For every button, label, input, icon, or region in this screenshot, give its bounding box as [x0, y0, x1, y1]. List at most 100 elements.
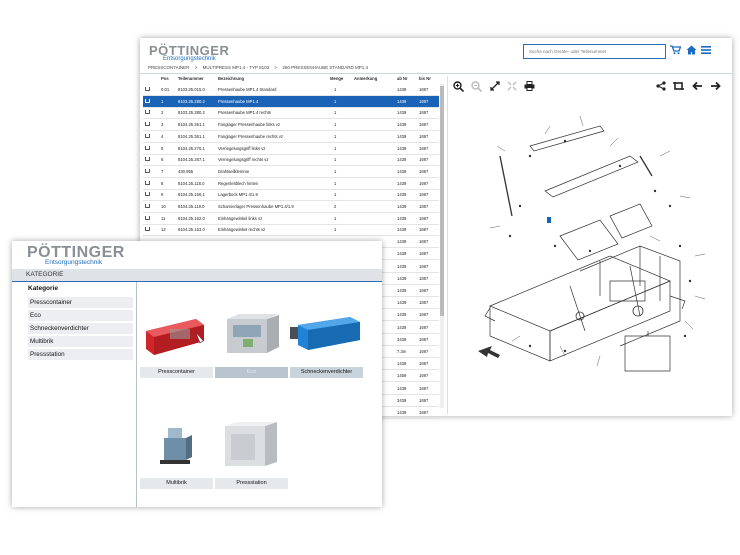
row-to: 1697 — [419, 324, 429, 330]
table-scrollbar[interactable] — [440, 84, 444, 408]
category-card-pressstation[interactable]: Pressstation — [215, 414, 288, 492]
row-part-number: 8104.25.153.0 — [178, 227, 205, 233]
arrow-right-icon[interactable] — [710, 81, 721, 93]
table-row[interactable]: 7 430.955 Drahtseilklemme 1 1439 1697 — [143, 166, 439, 178]
add-to-cart-icon[interactable] — [145, 204, 150, 208]
row-to: 1697 — [419, 145, 429, 151]
category-card-presscontainer[interactable]: Presscontainer — [140, 303, 213, 381]
col-pos[interactable]: Pos — [161, 76, 169, 81]
row-from: 1439 — [397, 87, 407, 92]
fit-icon[interactable] — [507, 81, 517, 93]
share-icon[interactable] — [656, 81, 666, 93]
row-quantity: 1 — [334, 157, 337, 163]
row-part-number: 8104.25.152.0 — [178, 215, 205, 221]
table-row[interactable]: 0.01 8103.25.015.0 Pressenhaube MP1.4 Stan… — [143, 84, 439, 96]
row-to: 1697 — [419, 157, 429, 163]
home-icon[interactable] — [686, 45, 697, 58]
row-part-number: 8104.25.118.0 — [178, 180, 205, 186]
col-to[interactable]: bis Nr — [419, 76, 431, 81]
add-to-cart-icon[interactable] — [145, 227, 150, 232]
breadcrumb-item-multipress[interactable]: MULTIPRESS MP1.4 - TYP 8103 — [203, 65, 270, 70]
pottinger-logo[interactable]: PÖTTINGER Entsorgungstechnik — [27, 244, 125, 266]
sidebar-item-schneckenverdichter[interactable]: Schneckenverdichter — [28, 323, 133, 334]
breadcrumb: PRESSCONTAINER > MULTIPRESS MP1.4 - TYP … — [140, 63, 732, 74]
pottinger-logo[interactable]: PÖTTINGER Entsorgungstechnik — [149, 43, 229, 62]
col-from[interactable]: ab Nr — [397, 76, 408, 81]
col-part-number[interactable]: Teilenummer — [178, 76, 204, 81]
exploded-parts-drawing[interactable] — [470, 96, 720, 386]
breadcrumb-separator: > — [274, 65, 278, 70]
panel-divider[interactable] — [447, 76, 448, 414]
row-pos: 2 — [161, 110, 164, 116]
arrow-left-icon[interactable] — [692, 81, 703, 93]
fullscreen-icon[interactable] — [490, 81, 500, 93]
table-row[interactable]: 5 8104.25.270.1 Verriegelungsgriff links v… — [143, 143, 439, 155]
sync-icon[interactable] — [673, 81, 684, 93]
row-to: 1697 — [419, 215, 429, 221]
add-to-cart-icon[interactable] — [145, 192, 150, 197]
col-description[interactable]: Bezeichnung — [218, 76, 244, 81]
add-to-cart-icon[interactable] — [145, 180, 150, 185]
scrollbar-thumb[interactable] — [440, 86, 444, 316]
row-pos: 11 — [161, 215, 166, 221]
table-row[interactable]: 8 8104.25.118.0 Regenleitblech hinten 1 1439… — [143, 178, 439, 190]
search-input[interactable]: Suche nach Geräte- oder Teilenummer — [523, 44, 666, 59]
zoom-in-icon[interactable] — [453, 81, 465, 94]
col-note[interactable]: Anmerkung — [354, 76, 377, 81]
row-pos: 3 — [161, 122, 164, 128]
row-to: 1697 — [419, 300, 429, 306]
table-row[interactable]: 4 8104.25.361.1 Fanglager Pressenhaube rec… — [143, 131, 439, 143]
sidebar-item-eco[interactable]: Eco — [28, 310, 133, 321]
add-to-cart-icon[interactable] — [145, 145, 150, 150]
add-to-cart-icon[interactable] — [145, 157, 150, 162]
row-from: 1439 — [397, 324, 407, 330]
add-to-cart-icon[interactable] — [145, 87, 150, 91]
cart-icon[interactable] — [670, 45, 682, 58]
sidebar-item-multibrik[interactable]: Multibrik — [28, 336, 133, 347]
row-from: 7.3m — [397, 348, 407, 354]
row-from: 1439 — [397, 180, 407, 186]
add-to-cart-icon[interactable] — [145, 133, 150, 138]
add-to-cart-icon[interactable] — [145, 168, 150, 173]
add-to-cart-icon[interactable] — [145, 110, 150, 115]
row-to: 1697 — [419, 192, 429, 198]
row-pos: 9 — [161, 192, 164, 198]
table-row[interactable]: 10 8104.25.119.0 Scharnierlager Pressenhau… — [143, 201, 439, 213]
row-part-number: 8103.25.280.2 — [178, 98, 205, 104]
table-row[interactable]: 6 8104.25.267.1 Verriegelungsgriff rechts … — [143, 154, 439, 167]
row-description: Scharnierlager Pressenhaube MP1.4/1.9 — [218, 204, 294, 209]
add-to-cart-icon[interactable] — [145, 98, 150, 103]
row-description: Verriegelungsgriff links vz — [218, 145, 266, 151]
parts-table-header: Pos Teilenummer Bezeichnung Menge Anmerk… — [140, 76, 445, 84]
category-sidebar: Kategorie Presscontainer Eco Schneckenve… — [12, 282, 136, 507]
table-row[interactable]: 1 8103.25.280.2 Pressenhaube MP1.4 1 1439 169… — [143, 95, 439, 108]
row-from: 3439 — [397, 336, 407, 342]
sidebar-item-pressstation[interactable]: Pressstation — [28, 349, 133, 360]
row-from: 1459 — [397, 373, 407, 379]
row-part-number: 8104.25.119.0 — [178, 204, 205, 209]
row-to: 1697 — [419, 336, 429, 342]
table-row[interactable]: 9 8104.25.156.1 Lagerbock MP1.4/1.9 1 1439 16… — [143, 189, 439, 202]
add-to-cart-icon[interactable] — [145, 122, 150, 127]
table-row[interactable]: 11 8104.25.152.0 Einhängewinkel links vz 1 1… — [143, 213, 439, 225]
table-row[interactable]: 12 8104.25.153.0 Einhängewinkel rechts vz 1… — [143, 224, 439, 237]
table-row[interactable]: 3 8104.25.351.1 Fanglager Pressenhaube lin… — [143, 119, 439, 132]
row-from: 1439 — [397, 133, 407, 139]
category-card-schneckenverdichter[interactable]: Schneckenverdichter — [290, 303, 363, 381]
add-to-cart-icon[interactable] — [145, 215, 150, 220]
row-to: 1697 — [419, 409, 429, 415]
row-to: 1697 — [419, 263, 429, 269]
category-card-eco[interactable]: Eco — [215, 303, 288, 381]
print-icon[interactable] — [524, 81, 535, 93]
row-from: 1439 — [397, 168, 407, 174]
sidebar-item-presscontainer[interactable]: Presscontainer — [28, 297, 133, 308]
menu-icon[interactable] — [701, 45, 711, 58]
row-from: 1439 — [397, 227, 407, 233]
row-quantity: 1 — [334, 98, 337, 104]
zoom-out-icon[interactable] — [471, 81, 483, 94]
breadcrumb-item-presscontainer[interactable]: PRESSCONTAINER — [148, 65, 189, 70]
category-card-multibrik[interactable]: Multibrik — [140, 414, 213, 492]
table-row[interactable]: 2 8103.25.380.2 Pressenhaube MP1.4 rechts 1… — [143, 107, 439, 120]
col-quantity[interactable]: Menge — [330, 76, 343, 81]
row-pos: 7 — [161, 168, 164, 174]
